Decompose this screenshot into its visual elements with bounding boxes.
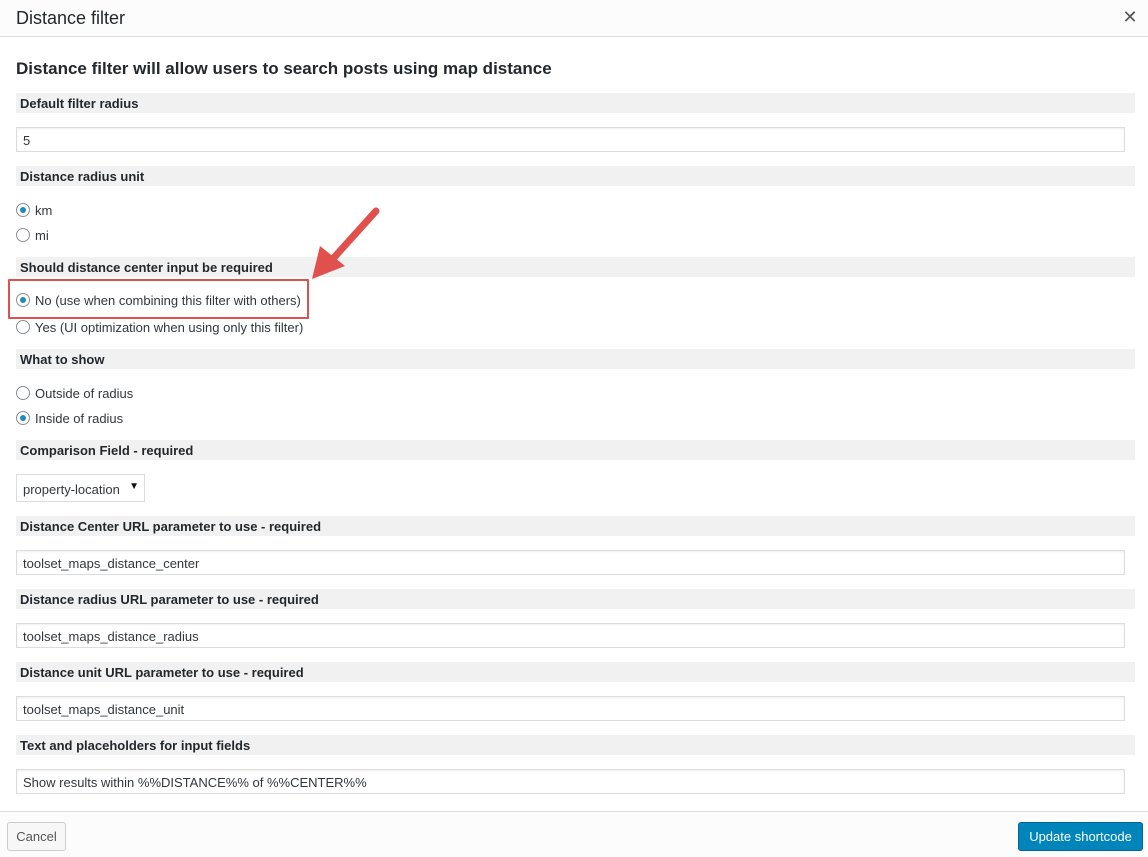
section-placeholders: Text and placeholders for input fields [16,735,1135,755]
section-default-radius: Default filter radius [16,93,1135,113]
radio-label: Yes (UI optimization when using only thi… [35,320,304,335]
center-param-input[interactable]: toolset_maps_distance_center [16,550,1125,575]
radio-button[interactable] [16,228,30,242]
chevron-down-icon: ▼ [129,481,139,492]
radio-label: km [35,203,53,218]
section-unit-param: Distance unit URL parameter to use - req… [16,662,1135,682]
dialog-content: Distance filter will allow users to sear… [0,37,1148,811]
section-radius-param: Distance radius URL parameter to use - r… [16,589,1135,609]
radio-label: Inside of radius [35,411,124,426]
radio-button[interactable] [16,203,30,217]
dialog-heading: Distance filter will allow users to sear… [16,59,552,78]
section-comparison-field: Comparison Field - required [16,440,1135,460]
radio-label: Outside of radius [35,386,134,401]
section-center-required: Should distance center input be required [16,257,1135,277]
dialog-footer: Cancel Update shortcode [0,811,1148,857]
section-what-to-show: What to show [16,349,1135,369]
dialog-titlebar: Distance filter ✕ [0,0,1148,37]
placeholders-input[interactable]: Show results within %%DISTANCE%% of %%CE… [16,769,1125,794]
close-icon[interactable]: ✕ [1120,6,1140,28]
section-center-param: Distance Center URL parameter to use - r… [16,516,1135,536]
comparison-field-select[interactable]: property-location ▼ [16,474,145,502]
cancel-button[interactable]: Cancel [7,822,66,851]
update-shortcode-button[interactable]: Update shortcode [1018,822,1143,851]
default-radius-input[interactable]: 5 [16,127,1125,152]
radio-label: mi [35,228,49,243]
select-value: property-location [23,482,120,497]
annotation-highlight-box [8,279,309,319]
radio-button[interactable] [16,411,30,425]
radio-button[interactable] [16,386,30,400]
radius-param-input[interactable]: toolset_maps_distance_radius [16,623,1125,648]
radio-button[interactable] [16,320,30,334]
dialog-title: Distance filter [16,8,126,28]
section-radius-unit: Distance radius unit [16,166,1135,186]
unit-param-input[interactable]: toolset_maps_distance_unit [16,696,1125,721]
